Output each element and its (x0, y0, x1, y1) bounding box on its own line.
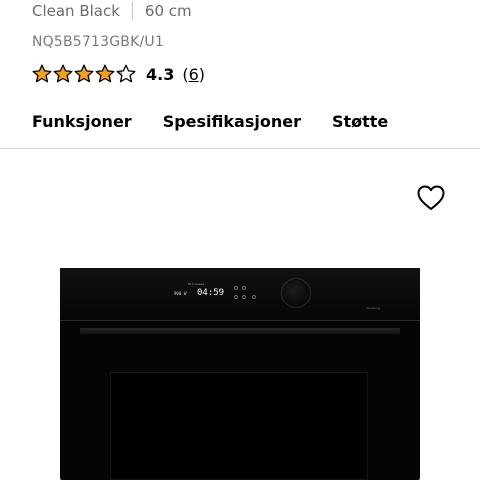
oven-touch-button (252, 295, 256, 299)
oven-door-handle (80, 328, 400, 334)
oven-dial-knob (281, 278, 311, 308)
star-icon (53, 64, 73, 83)
oven-display-mode: Microwave (188, 282, 205, 286)
tab-stotte[interactable]: Støtte (332, 112, 388, 131)
oven-brand-mark: Samsung (366, 306, 380, 310)
tab-spesifikasjoner[interactable]: Spesifikasjoner (163, 112, 301, 131)
star-icon (74, 64, 94, 83)
oven-touch-button (242, 286, 246, 290)
tab-funksjoner[interactable]: Funksjoner (32, 112, 132, 131)
rating-count[interactable]: 6 (189, 65, 199, 84)
model-code: NQ5B5713GBK/U1 (32, 34, 164, 50)
heart-icon[interactable] (416, 184, 446, 212)
color-variant-label: Clean Black (32, 2, 120, 20)
variant-separator (131, 2, 133, 20)
size-variant-label: 60 cm (144, 2, 192, 20)
oven-touch-button (234, 286, 238, 290)
oven-door-window (110, 372, 368, 480)
oven-display-power: 900 (174, 291, 182, 296)
oven-control-panel: Microwave 900 W 04:59 Samsung (60, 268, 420, 318)
rating-row[interactable]: 4.3 (6) (32, 64, 205, 84)
oven-touch-button (234, 295, 238, 299)
tab-divider (0, 148, 480, 149)
rating-value: 4.3 (146, 64, 175, 84)
rating-count-link[interactable]: (6) (182, 65, 205, 84)
star-icon (116, 64, 136, 83)
oven-touch-button (242, 295, 246, 299)
product-image-oven: Microwave 900 W 04:59 Samsung (60, 268, 420, 480)
oven-display-time: 04:59 (197, 288, 225, 298)
star-icon (95, 64, 115, 83)
star-icon (32, 64, 52, 83)
oven-display-unit: W (184, 291, 187, 296)
oven-display: Microwave 900 W 04:59 (174, 282, 232, 302)
oven-door-seam (60, 320, 420, 321)
product-tabs: Funksjoner Spesifikasjoner Støtte (32, 112, 419, 131)
rating-stars (32, 64, 136, 84)
variant-row: Clean Black 60 cm (32, 0, 192, 22)
